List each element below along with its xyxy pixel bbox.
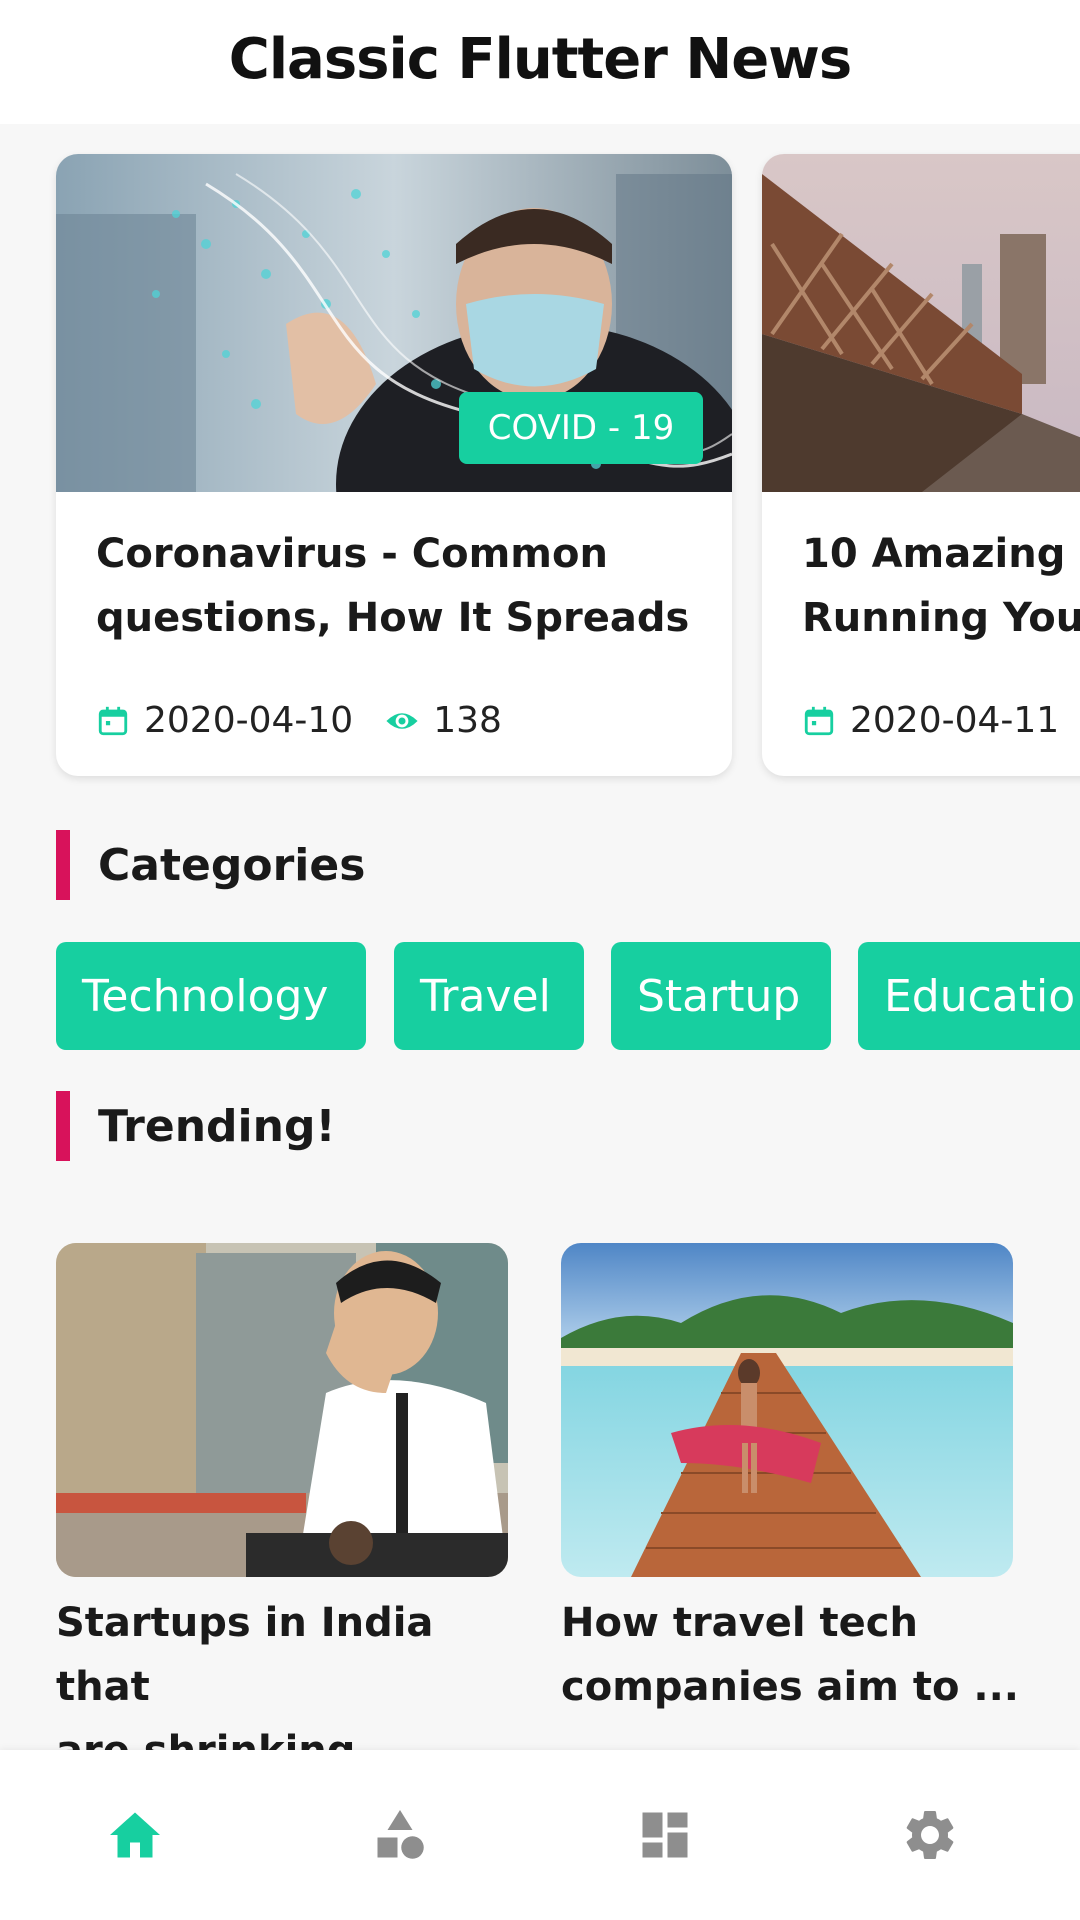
nav-home[interactable] xyxy=(100,1800,170,1870)
nav-settings[interactable] xyxy=(895,1800,965,1870)
category-chip[interactable]: Travel xyxy=(394,942,584,1050)
featured-meta: 2020-04-11 xyxy=(802,700,1059,741)
featured-image xyxy=(762,154,1080,492)
category-chip[interactable]: Technology xyxy=(56,942,366,1050)
category-chip-list[interactable]: Technology Travel Startup Educatio xyxy=(0,942,1080,1052)
dashboard-icon xyxy=(642,1812,688,1858)
section-title: Trending! xyxy=(98,1100,336,1152)
section-header-trending: Trending! xyxy=(56,1091,336,1161)
trending-title-line: companies aim to ... xyxy=(561,1664,1019,1710)
category-badge: COVID - 19 xyxy=(459,392,703,464)
featured-date: 2020-04-11 xyxy=(850,700,1060,741)
featured-card[interactable]: 10 Amazing Running You 2020-04-11 xyxy=(762,154,1080,776)
featured-title-line: Coronavirus - Common xyxy=(96,531,608,577)
nav-categories[interactable] xyxy=(365,1800,435,1870)
section-accent-bar xyxy=(56,1091,70,1161)
featured-title-line: questions, How It Spreads xyxy=(96,595,690,641)
settings-icon xyxy=(906,1811,954,1859)
bottom-navigation xyxy=(0,1750,1080,1920)
featured-title-line: 10 Amazing xyxy=(802,531,1066,577)
trending-title: How travel tech companies aim to ... xyxy=(561,1591,1031,1719)
calendar-icon xyxy=(804,706,834,735)
featured-title-line: Running You xyxy=(802,595,1080,641)
app-header: Classic Flutter News xyxy=(0,0,1080,124)
featured-image: COVID - 19 xyxy=(56,154,732,492)
featured-views: 138 xyxy=(433,700,502,741)
category-icon xyxy=(377,1810,424,1859)
trending-title-line: Startups in India that xyxy=(56,1600,434,1710)
featured-meta: 2020-04-10 138 xyxy=(96,700,502,741)
app-title: Classic Flutter News xyxy=(228,26,852,92)
category-chip[interactable]: Educatio xyxy=(858,942,1080,1050)
trending-card[interactable]: How travel tech companies aim to ... xyxy=(561,1243,1019,1719)
nav-dashboard[interactable] xyxy=(630,1800,700,1870)
trending-card[interactable]: Startups in India that are shrinking ... xyxy=(56,1243,508,1783)
featured-title: Coronavirus - Common questions, How It S… xyxy=(96,522,706,650)
section-accent-bar xyxy=(56,830,70,900)
featured-card[interactable]: COVID - 19 Coronavirus - Common question… xyxy=(56,154,732,776)
section-title: Categories xyxy=(98,839,366,891)
featured-carousel[interactable]: COVID - 19 Coronavirus - Common question… xyxy=(0,124,1080,804)
calendar-icon xyxy=(98,706,128,735)
category-chip[interactable]: Startup xyxy=(611,942,831,1050)
featured-date: 2020-04-10 xyxy=(144,700,354,741)
section-header-categories: Categories xyxy=(56,830,365,900)
featured-title: 10 Amazing Running You xyxy=(802,522,1080,650)
trending-image xyxy=(56,1243,508,1577)
home-icon xyxy=(110,1812,160,1858)
trending-image xyxy=(561,1243,1013,1577)
eye-icon xyxy=(386,712,418,729)
trending-title-line: How travel tech xyxy=(561,1600,918,1646)
